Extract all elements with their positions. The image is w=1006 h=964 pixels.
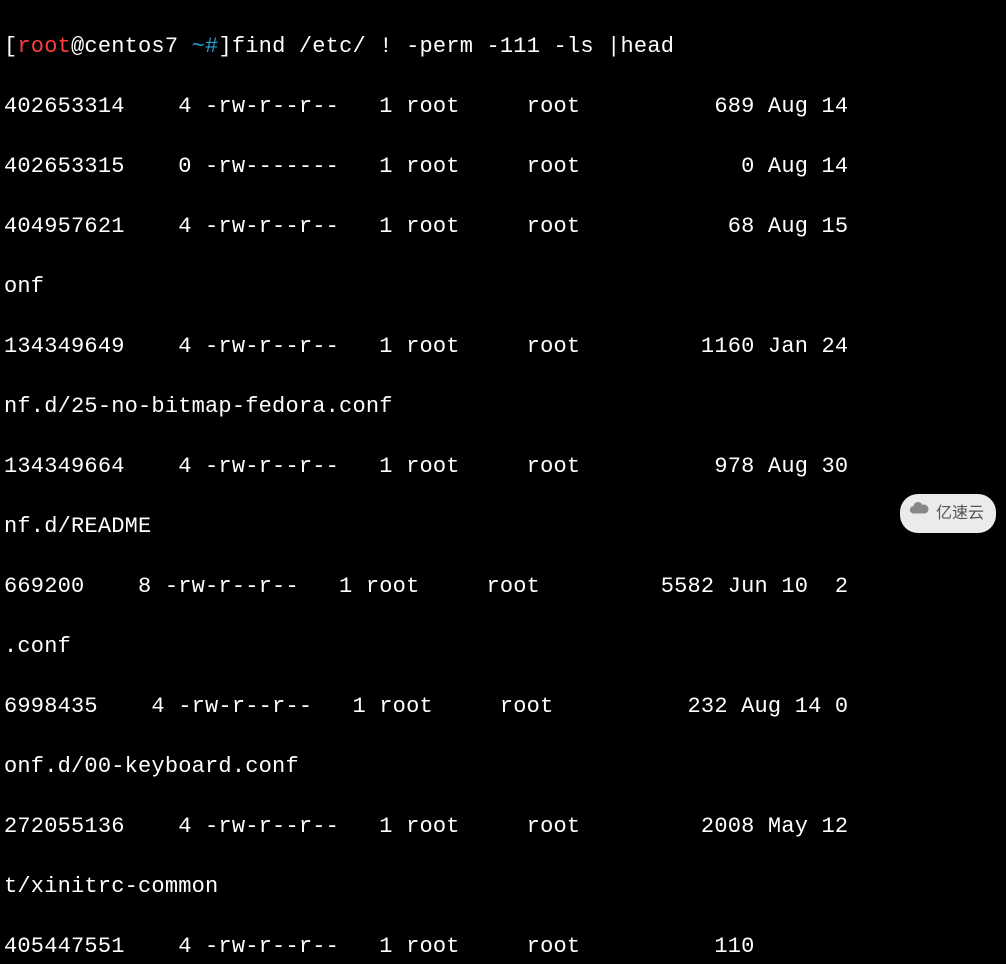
output-line: 404957621 4 -rw-r--r-- 1 root root 68 Au… [4,214,848,239]
output-line: 134349664 4 -rw-r--r-- 1 root root 978 A… [4,454,848,479]
output-line: 272055136 4 -rw-r--r-- 1 root root 2008 … [4,814,848,839]
output-line: .conf [4,634,71,659]
output-line: 402653314 4 -rw-r--r-- 1 root root 689 A… [4,94,848,119]
output-line: nf.d/README [4,514,151,539]
output-line: 6998435 4 -rw-r--r-- 1 root root 232 Aug… [4,694,848,719]
output-line: 402653315 0 -rw------- 1 root root 0 Aug… [4,154,848,179]
prompt-path: ~# [178,34,218,59]
output-line: 405447551 4 -rw-r--r-- 1 root root 110 [4,934,755,959]
prompt-open-bracket: [ [4,34,17,59]
cloud-icon [908,497,930,530]
watermark-badge: 亿速云 [900,494,996,533]
prompt-host: @centos7 [71,34,178,59]
output-line: 669200 8 -rw-r--r-- 1 root root 5582 Jun… [4,574,848,599]
output-line: onf [4,274,44,299]
command-text: find /etc/ ! -perm -111 -ls |head [232,34,674,59]
prompt-line: [root@centos7 ~#]find /etc/ ! -perm -111… [4,34,674,59]
watermark-text: 亿速云 [936,499,984,529]
output-line: t/xinitrc-common [4,874,218,899]
output-line: onf.d/00-keyboard.conf [4,754,299,779]
output-line: nf.d/25-no-bitmap-fedora.conf [4,394,393,419]
prompt-user: root [17,34,71,59]
prompt-close-bracket: ] [218,34,231,59]
terminal-output[interactable]: [root@centos7 ~#]find /etc/ ! -perm -111… [0,0,1006,964]
output-line: 134349649 4 -rw-r--r-- 1 root root 1160 … [4,334,848,359]
